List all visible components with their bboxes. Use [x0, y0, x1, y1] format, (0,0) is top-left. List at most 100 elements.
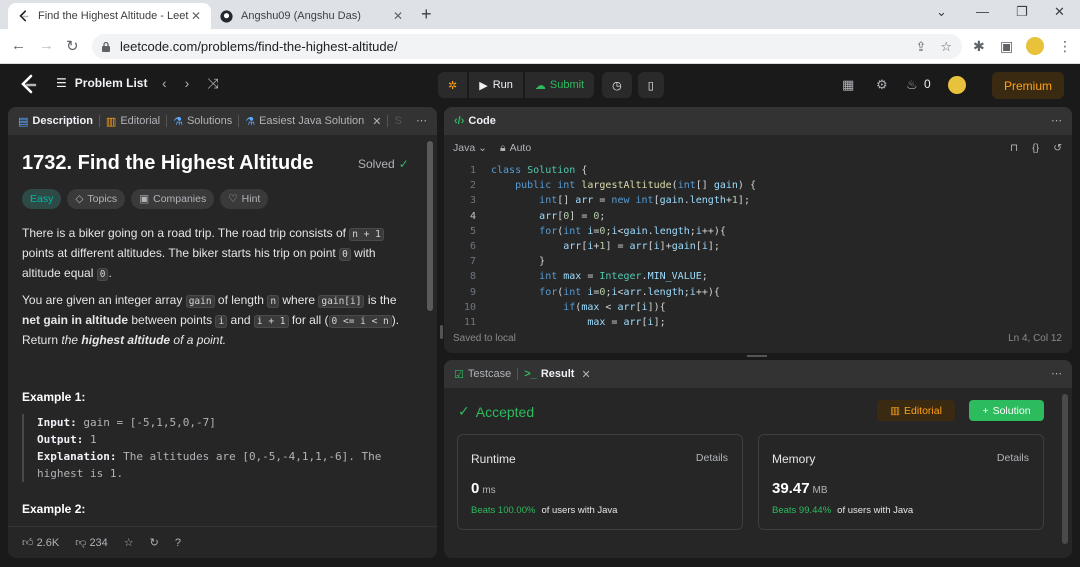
- inline-code: i: [215, 315, 228, 328]
- chip-label: Hint: [241, 193, 261, 205]
- tab-label: Easiest Java Solution: [259, 115, 365, 127]
- extensions-icon[interactable]: ✱: [973, 38, 985, 55]
- description-scrollbar[interactable]: [427, 141, 433, 311]
- new-tab-button[interactable]: +: [421, 4, 432, 25]
- close-tab-icon[interactable]: ✕: [581, 368, 590, 381]
- value: 0: [471, 480, 480, 497]
- browser-tab-leetcode[interactable]: Find the Highest Altitude - Leet ✕: [8, 3, 211, 29]
- like-count: 2.6K: [36, 537, 60, 549]
- tab-easiest-java-solution[interactable]: ⚗ Easiest Java Solution ✕: [239, 115, 387, 128]
- tab-result[interactable]: >_ Result ✕: [518, 368, 596, 381]
- address-bar[interactable]: leetcode.com/problems/find-the-highest-a…: [92, 34, 962, 59]
- text: of length: [217, 293, 264, 307]
- close-tab-icon[interactable]: ✕: [189, 9, 203, 23]
- submit-button[interactable]: ☁ Submit: [524, 72, 595, 98]
- more-options-icon[interactable]: ⋯: [416, 114, 427, 127]
- tab-editorial[interactable]: ▥ Editorial: [100, 115, 166, 128]
- language-select[interactable]: Java ⌄: [453, 142, 487, 154]
- button-label: Solution: [992, 404, 1031, 417]
- details-link[interactable]: Details: [997, 452, 1029, 464]
- side-panel-icon[interactable]: ▣: [1000, 38, 1013, 55]
- run-label: Run: [492, 79, 513, 91]
- submit-label: Submit: [549, 79, 585, 91]
- thumbs-up-icon: 👍︎: [22, 537, 34, 549]
- share-icon[interactable]: ⇪: [915, 39, 926, 55]
- more-options-icon[interactable]: ⋯: [1051, 114, 1062, 127]
- description-tabs: ▤ Description ▥ Editorial ⚗ Solutions ⚗ Easi…: [8, 107, 437, 135]
- code-line: for(int i=0;i<gain.length;i++){: [539, 225, 726, 237]
- lock-icon: 🔒︎: [500, 141, 506, 154]
- close-tab-icon[interactable]: ✕: [391, 9, 405, 23]
- restore-icon[interactable]: ❐: [1016, 4, 1028, 20]
- editorial-button[interactable]: ▥ Editorial: [877, 400, 955, 421]
- details-link[interactable]: Details: [696, 452, 728, 464]
- tab-label: Result: [540, 368, 575, 380]
- inline-code: n: [267, 295, 280, 308]
- tab-label: Editorial: [120, 115, 161, 127]
- close-window-icon[interactable]: ✕: [1054, 4, 1065, 20]
- tab-solutions[interactable]: ⚗ Solutions: [167, 115, 238, 128]
- forward-icon[interactable]: →: [39, 37, 54, 54]
- prev-problem-icon[interactable]: ‹: [162, 75, 167, 92]
- horizontal-splitter[interactable]: [747, 355, 767, 357]
- runtime-card[interactable]: Runtime Details 0 ms Beats 100.00% of user…: [457, 434, 743, 530]
- tab-code[interactable]: ‹/› Code: [444, 115, 502, 127]
- share-icon[interactable]: ↻: [150, 536, 159, 549]
- text: points at different altitudes. The biker…: [22, 246, 336, 260]
- debug-button[interactable]: ✲: [438, 72, 468, 98]
- notes-button[interactable]: ▯: [637, 72, 664, 98]
- value: 39.47: [772, 480, 810, 497]
- leetcode-logo-icon[interactable]: [18, 74, 38, 96]
- auto-mode[interactable]: 🔒︎ Auto: [500, 142, 531, 155]
- bookmark-icon[interactable]: ⊓: [1010, 142, 1018, 154]
- layout-icon[interactable]: ▦: [842, 77, 854, 93]
- topics-chip[interactable]: ◇ Topics: [67, 189, 126, 209]
- browser-tab-github[interactable]: Angshu09 (Angshu Das) ✕: [211, 3, 413, 29]
- result-scrollbar[interactable]: [1062, 394, 1068, 544]
- browser-menu-icon[interactable]: ⋮: [1058, 38, 1072, 55]
- shuffle-icon[interactable]: ⤨: [207, 75, 218, 92]
- profile-avatar[interactable]: [1026, 37, 1044, 55]
- book-icon: ▥: [105, 115, 117, 128]
- format-braces-icon[interactable]: {}: [1032, 142, 1039, 154]
- hint-chip[interactable]: ♡ Hint: [220, 189, 269, 209]
- close-tab-icon[interactable]: ✕: [372, 115, 381, 128]
- favorite-star-icon[interactable]: ☆: [124, 536, 134, 549]
- problem-list-button[interactable]: ☰ Problem List: [56, 76, 147, 90]
- inline-code: gain: [185, 295, 215, 308]
- tab-search-icon[interactable]: ⌄: [936, 4, 947, 20]
- minimize-icon[interactable]: —: [976, 4, 989, 19]
- vertical-splitter[interactable]: [440, 325, 443, 339]
- line-number: 2: [469, 180, 476, 192]
- help-icon[interactable]: ?: [175, 537, 181, 549]
- settings-gear-icon[interactable]: ⚙: [876, 77, 888, 93]
- text: for all (: [291, 313, 329, 327]
- difficulty-chip[interactable]: Easy: [22, 189, 62, 209]
- streak-flame-icon[interactable]: ♨: [906, 77, 918, 93]
- text: There is a biker going on a road trip. T…: [22, 226, 346, 240]
- editor-status-bar: Saved to local Ln 4, Col 12: [453, 333, 1062, 349]
- tab-description[interactable]: ▤ Description: [8, 115, 99, 128]
- premium-button[interactable]: Premium: [992, 72, 1064, 99]
- more-options-icon[interactable]: ⋯: [1051, 367, 1062, 380]
- memory-card[interactable]: Memory Details 39.47 MB Beats 99.44% of us…: [758, 434, 1044, 530]
- like-button[interactable]: 👍︎ 2.6K: [22, 536, 59, 549]
- back-icon[interactable]: ←: [11, 37, 26, 54]
- solution-button[interactable]: + Solution: [969, 400, 1044, 421]
- description-paragraph-2: You are given an integer array gain of l…: [22, 291, 412, 349]
- next-problem-icon[interactable]: ›: [185, 75, 190, 92]
- bookmark-star-icon[interactable]: ☆: [940, 39, 952, 55]
- run-button[interactable]: ▶ Run: [469, 72, 523, 98]
- timer-button[interactable]: ◷: [602, 72, 632, 98]
- output-value: 1: [89, 433, 97, 446]
- user-avatar[interactable]: [948, 76, 966, 94]
- reload-icon[interactable]: ↻: [66, 37, 79, 55]
- leetcode-favicon-icon: [16, 9, 30, 23]
- dislike-button[interactable]: 👎︎ 234: [75, 536, 108, 549]
- reset-icon[interactable]: ↺: [1053, 142, 1062, 154]
- code-editor[interactable]: 1 2 3 4 5 6 7 8 9 10 11 class Solution { public in…: [444, 163, 1072, 327]
- companies-chip[interactable]: ▣ Companies: [131, 189, 215, 209]
- tab-submissions[interactable]: S: [388, 115, 407, 127]
- solved-badge: Solved ✓: [358, 157, 409, 171]
- tab-testcase[interactable]: ☑ Testcase: [444, 368, 517, 381]
